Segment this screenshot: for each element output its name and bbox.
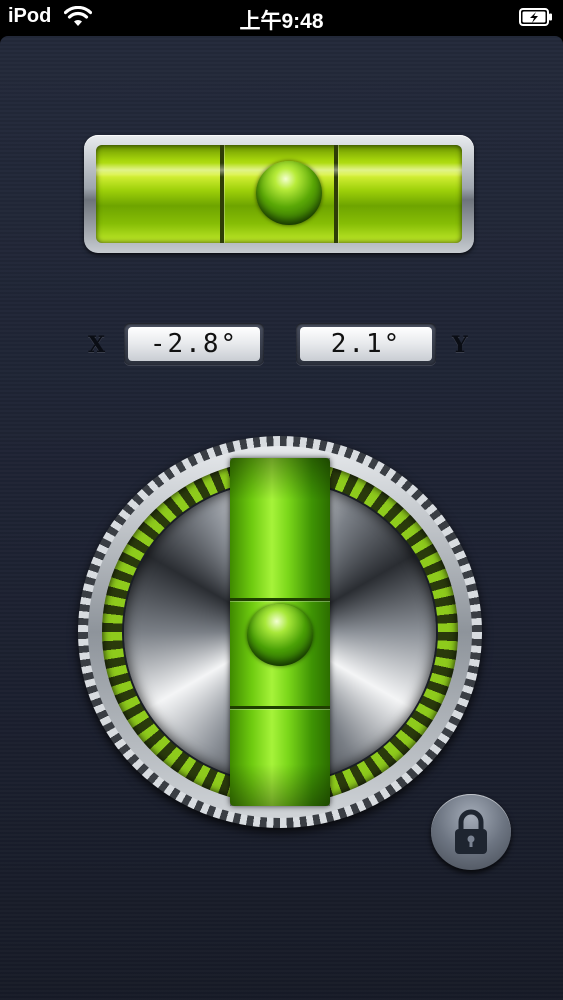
horizontal-bubble — [256, 161, 322, 225]
x-angle-value: -2.8° — [128, 327, 260, 361]
x-angle-readout: -2.8° — [124, 323, 264, 365]
circular-level-dial — [78, 436, 482, 828]
level-screen: X -2.8° 2.1° Y — [0, 36, 563, 1000]
vertical-level-vial — [230, 458, 330, 806]
vertical-bubble — [247, 604, 313, 666]
vial-marker-bottom — [230, 706, 330, 709]
vial-marker-top — [230, 598, 330, 601]
status-bar: iPod 上午9:48 — [0, 0, 563, 36]
horizontal-level-vial — [84, 135, 474, 253]
horizontal-vial-tube — [96, 145, 462, 243]
y-axis-label: Y — [452, 332, 468, 358]
status-time: 上午9:48 — [239, 10, 324, 33]
lock-icon — [455, 809, 487, 854]
lock-button[interactable] — [431, 794, 511, 870]
battery-charging-icon — [519, 8, 552, 26]
y-angle-readout: 2.1° — [296, 323, 436, 365]
y-angle-value: 2.1° — [300, 327, 432, 361]
x-axis-label: X — [88, 332, 106, 358]
vial-marker-right — [334, 145, 338, 243]
vial-marker-left — [220, 145, 224, 243]
